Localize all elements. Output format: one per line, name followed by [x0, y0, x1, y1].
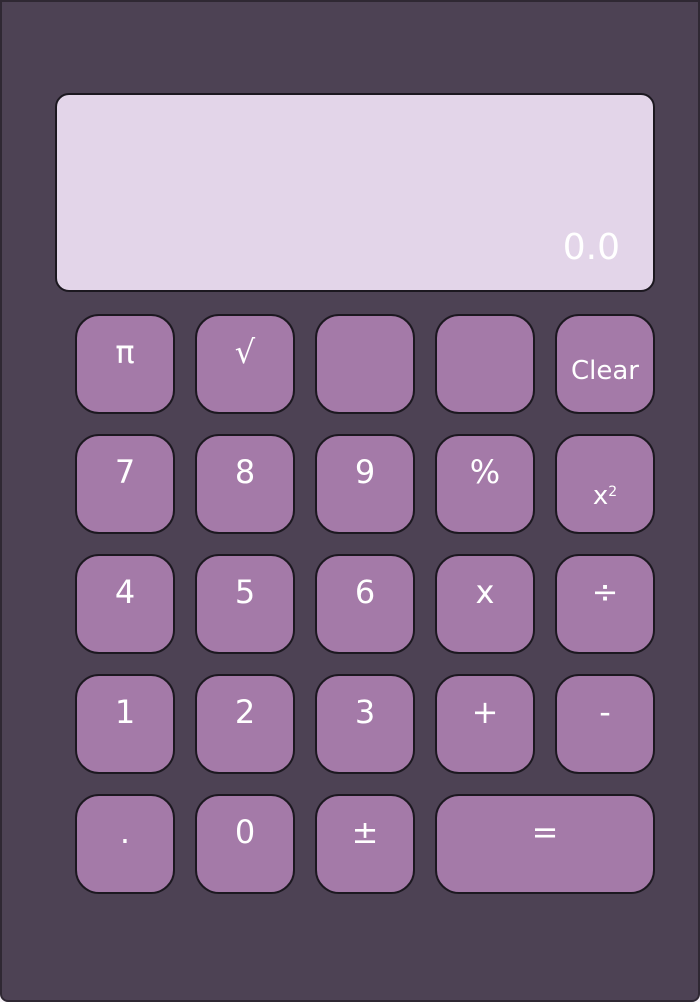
square-button[interactable]: x2: [555, 434, 655, 534]
nine-button[interactable]: 9: [315, 434, 415, 534]
two-button[interactable]: 2: [195, 674, 295, 774]
square-exponent-label: 2: [608, 484, 618, 500]
four-button[interactable]: 4: [75, 554, 175, 654]
decimal-button[interactable]: .: [75, 794, 175, 894]
divide-button[interactable]: ÷: [555, 554, 655, 654]
clear-button[interactable]: Clear: [555, 314, 655, 414]
display-screen: 0.0: [55, 93, 655, 292]
seven-button[interactable]: 7: [75, 434, 175, 534]
six-button[interactable]: 6: [315, 554, 415, 654]
calculator-body: 0.0 π √ Clear 7 8 9 % x2 4 5 6 x ÷ 1 2 3…: [0, 0, 700, 1002]
equals-button[interactable]: =: [435, 794, 655, 894]
blank-button-2[interactable]: [435, 314, 535, 414]
plus-minus-button[interactable]: ±: [315, 794, 415, 894]
display-value: 0.0: [562, 227, 620, 268]
pi-button[interactable]: π: [75, 314, 175, 414]
plus-button[interactable]: +: [435, 674, 535, 774]
zero-button[interactable]: 0: [195, 794, 295, 894]
blank-button-1[interactable]: [315, 314, 415, 414]
minus-button[interactable]: -: [555, 674, 655, 774]
square-base-label: x: [592, 481, 609, 511]
square-root-button[interactable]: √: [195, 314, 295, 414]
eight-button[interactable]: 8: [195, 434, 295, 534]
one-button[interactable]: 1: [75, 674, 175, 774]
five-button[interactable]: 5: [195, 554, 295, 654]
multiply-button[interactable]: x: [435, 554, 535, 654]
three-button[interactable]: 3: [315, 674, 415, 774]
percent-button[interactable]: %: [435, 434, 535, 534]
